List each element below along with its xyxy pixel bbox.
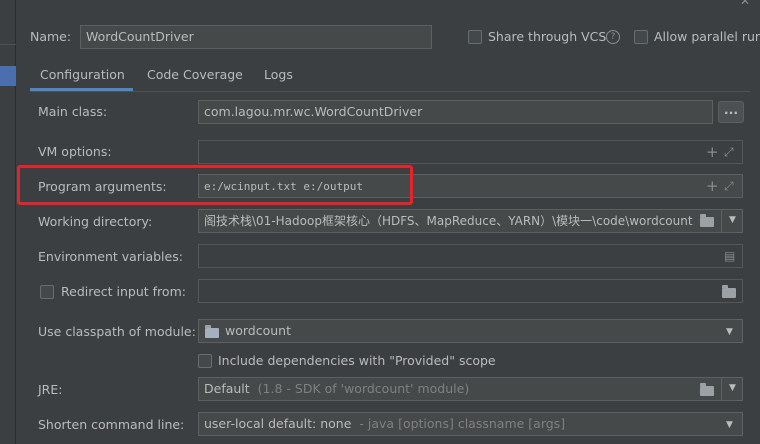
add-icon[interactable]: + [706, 179, 719, 194]
jre-label: JRE: [38, 382, 63, 397]
left-divider [0, 44, 16, 45]
vm-options-input[interactable] [198, 140, 743, 164]
include-dependencies-checkbox[interactable] [198, 354, 212, 368]
name-input-value: WordCountDriver [86, 29, 194, 44]
working-directory-label: Working directory: [38, 214, 153, 229]
folder-icon[interactable] [700, 383, 714, 396]
add-icon[interactable]: + [706, 145, 719, 160]
main-class-value: com.lagou.mr.wc.WordCountDriver [204, 104, 423, 119]
working-directory-value: 阁技术栈\01-Hadoop框架核心（HDFS、MapReduce、YARN）\… [204, 214, 693, 228]
tab-configuration[interactable]: Configuration [30, 65, 133, 91]
main-class-label: Main class: [38, 104, 108, 119]
left-panel-strip [0, 0, 16, 444]
jre-value: Default [204, 381, 250, 396]
environment-variables-input[interactable] [198, 244, 743, 268]
chevron-down-icon[interactable]: ▼ [721, 209, 743, 233]
redirect-input-field[interactable] [198, 279, 743, 303]
close-icon[interactable]: ✕ [740, 0, 750, 8]
include-dependencies-label: Include dependencies with "Provided" sco… [218, 353, 496, 368]
parallel-run-label: Allow parallel run [654, 29, 760, 44]
classpath-module-value: wordcount [225, 323, 291, 338]
expand-icon[interactable]: ⤢ [724, 145, 734, 159]
name-input[interactable]: WordCountDriver [80, 25, 432, 49]
highlight-box [17, 165, 413, 205]
document-icon[interactable]: ▤ [724, 249, 735, 263]
shorten-command-label: Shorten command line: [38, 417, 185, 432]
main-class-input[interactable]: com.lagou.mr.wc.WordCountDriver [198, 100, 713, 124]
tab-divider [30, 91, 750, 92]
share-vcs-checkbox[interactable] [468, 30, 482, 44]
shorten-command-value: user-local default: none [204, 416, 352, 431]
jre-select[interactable]: Default (1.8 - SDK of 'wordcount' module… [198, 377, 743, 401]
redirect-input-checkbox[interactable] [40, 285, 54, 299]
shorten-command-select[interactable]: user-local default: none - java [options… [198, 412, 743, 436]
help-icon[interactable]: ? [606, 30, 620, 44]
module-folder-icon [205, 325, 219, 338]
expand-icon[interactable]: ⤢ [724, 179, 734, 193]
working-directory-input[interactable]: 阁技术栈\01-Hadoop框架核心（HDFS、MapReduce、YARN）\… [198, 209, 743, 233]
tab-logs[interactable]: Logs [264, 65, 293, 91]
classpath-module-label: Use classpath of module: [38, 324, 196, 339]
chevron-down-icon[interactable]: ▼ [721, 377, 743, 401]
folder-icon[interactable] [722, 285, 736, 298]
browse-main-class-button[interactable]: ... [718, 101, 744, 123]
classpath-module-select[interactable]: wordcount [198, 319, 743, 343]
name-label: Name: [30, 29, 72, 44]
tab-code-coverage[interactable]: Code Coverage [147, 65, 243, 91]
parallel-run-checkbox[interactable] [634, 30, 648, 44]
environment-variables-label: Environment variables: [38, 249, 183, 264]
redirect-input-label: Redirect input from: [61, 284, 186, 299]
chevron-down-icon[interactable]: ▼ [726, 418, 733, 432]
shorten-command-hint: - java [options] classname [args] [359, 416, 566, 431]
chevron-down-icon[interactable]: ▼ [726, 325, 733, 339]
folder-icon[interactable] [700, 214, 714, 227]
share-vcs-label: Share through VCS [488, 29, 607, 44]
jre-hint: (1.8 - SDK of 'wordcount' module) [257, 381, 470, 396]
selected-config-marker[interactable] [0, 66, 16, 86]
vm-options-label: VM options: [38, 144, 112, 159]
